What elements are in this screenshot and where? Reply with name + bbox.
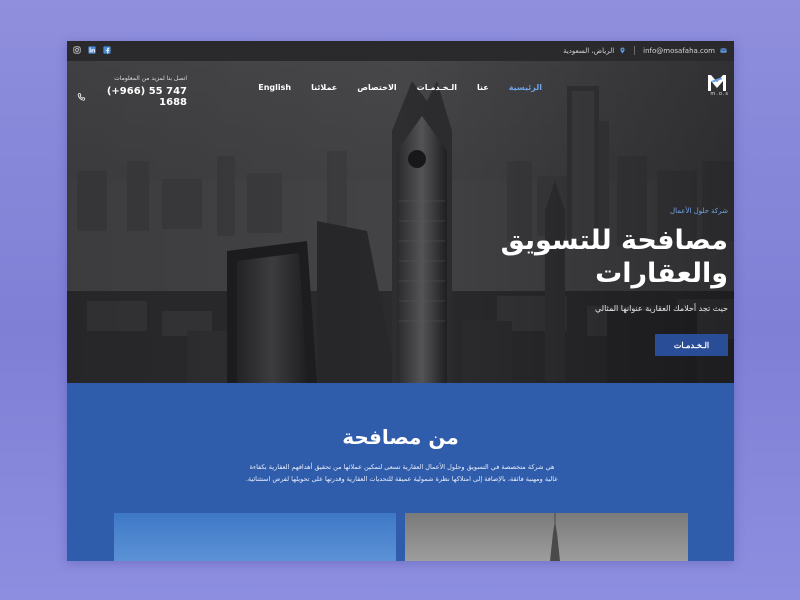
social-links [73, 46, 111, 54]
website-frame: الرياض، السعودية info@mosafaha.com m.o.s… [67, 41, 734, 561]
nav-item-about[interactable]: عنا [477, 83, 489, 92]
blue-sky-image [114, 513, 396, 561]
main-nav: الرئيسية عنا الـخـدمـات الاختصاص عملائنا… [258, 83, 542, 92]
envelope-icon [720, 48, 727, 53]
nav-item-english[interactable]: English [258, 83, 291, 92]
location-pin-icon [620, 47, 625, 54]
email-link[interactable]: info@mosafaha.com [643, 47, 715, 55]
nav-item-expertise[interactable]: الاختصاص [357, 83, 396, 92]
nav-item-clients[interactable]: عملائنا [311, 83, 337, 92]
linkedin-icon[interactable] [88, 46, 96, 54]
hero-title-line-2: والعقارات [595, 258, 728, 289]
hero-section: m.o.s الرئيسية عنا الـخـدمـات الاختصاص ع… [67, 61, 734, 383]
top-contact: الرياض، السعودية info@mosafaha.com [563, 46, 727, 55]
phone-contact: اتصل بنا لمزيد من المعلومات (+966) 55 74… [77, 75, 187, 108]
tower-silhouette [550, 513, 560, 561]
hero-title: مصافحة للتسويق والعقارات [448, 224, 728, 290]
about-title: من مصافحة [342, 425, 459, 449]
phone-icon [77, 93, 86, 101]
city-tower-image [405, 513, 688, 561]
hero-kicker: شركة حلول الأعمال [670, 207, 728, 215]
hero-title-line-1: مصافحة للتسويق [500, 225, 728, 256]
facebook-icon[interactable] [103, 46, 111, 54]
services-button[interactable]: الـخـدمـات [655, 334, 728, 356]
nav-item-services[interactable]: الـخـدمـات [417, 83, 457, 92]
hero-overlay [67, 61, 734, 383]
hero-subtitle: حيث تجد أحلامك العقارية عنوانها المثالي [594, 304, 728, 313]
phone-caption: اتصل بنا لمزيد من المعلومات [114, 75, 187, 82]
about-section: من مصافحة هي شركة متخصصة في التسويق وحلو… [67, 383, 734, 561]
instagram-icon[interactable] [73, 46, 81, 54]
logo-subtext: m.o.s [710, 91, 729, 97]
phone-row[interactable]: (+966) 55 747 1688 [77, 86, 187, 108]
top-bar: الرياض، السعودية info@mosafaha.com [67, 41, 734, 61]
nav-item-home[interactable]: الرئيسية [509, 83, 542, 92]
phone-number[interactable]: (+966) 55 747 1688 [90, 86, 187, 108]
location-text: الرياض، السعودية [563, 46, 615, 55]
about-text: هي شركة متخصصة في التسويق وحلول الأعمال … [245, 463, 559, 483]
divider [634, 46, 636, 55]
